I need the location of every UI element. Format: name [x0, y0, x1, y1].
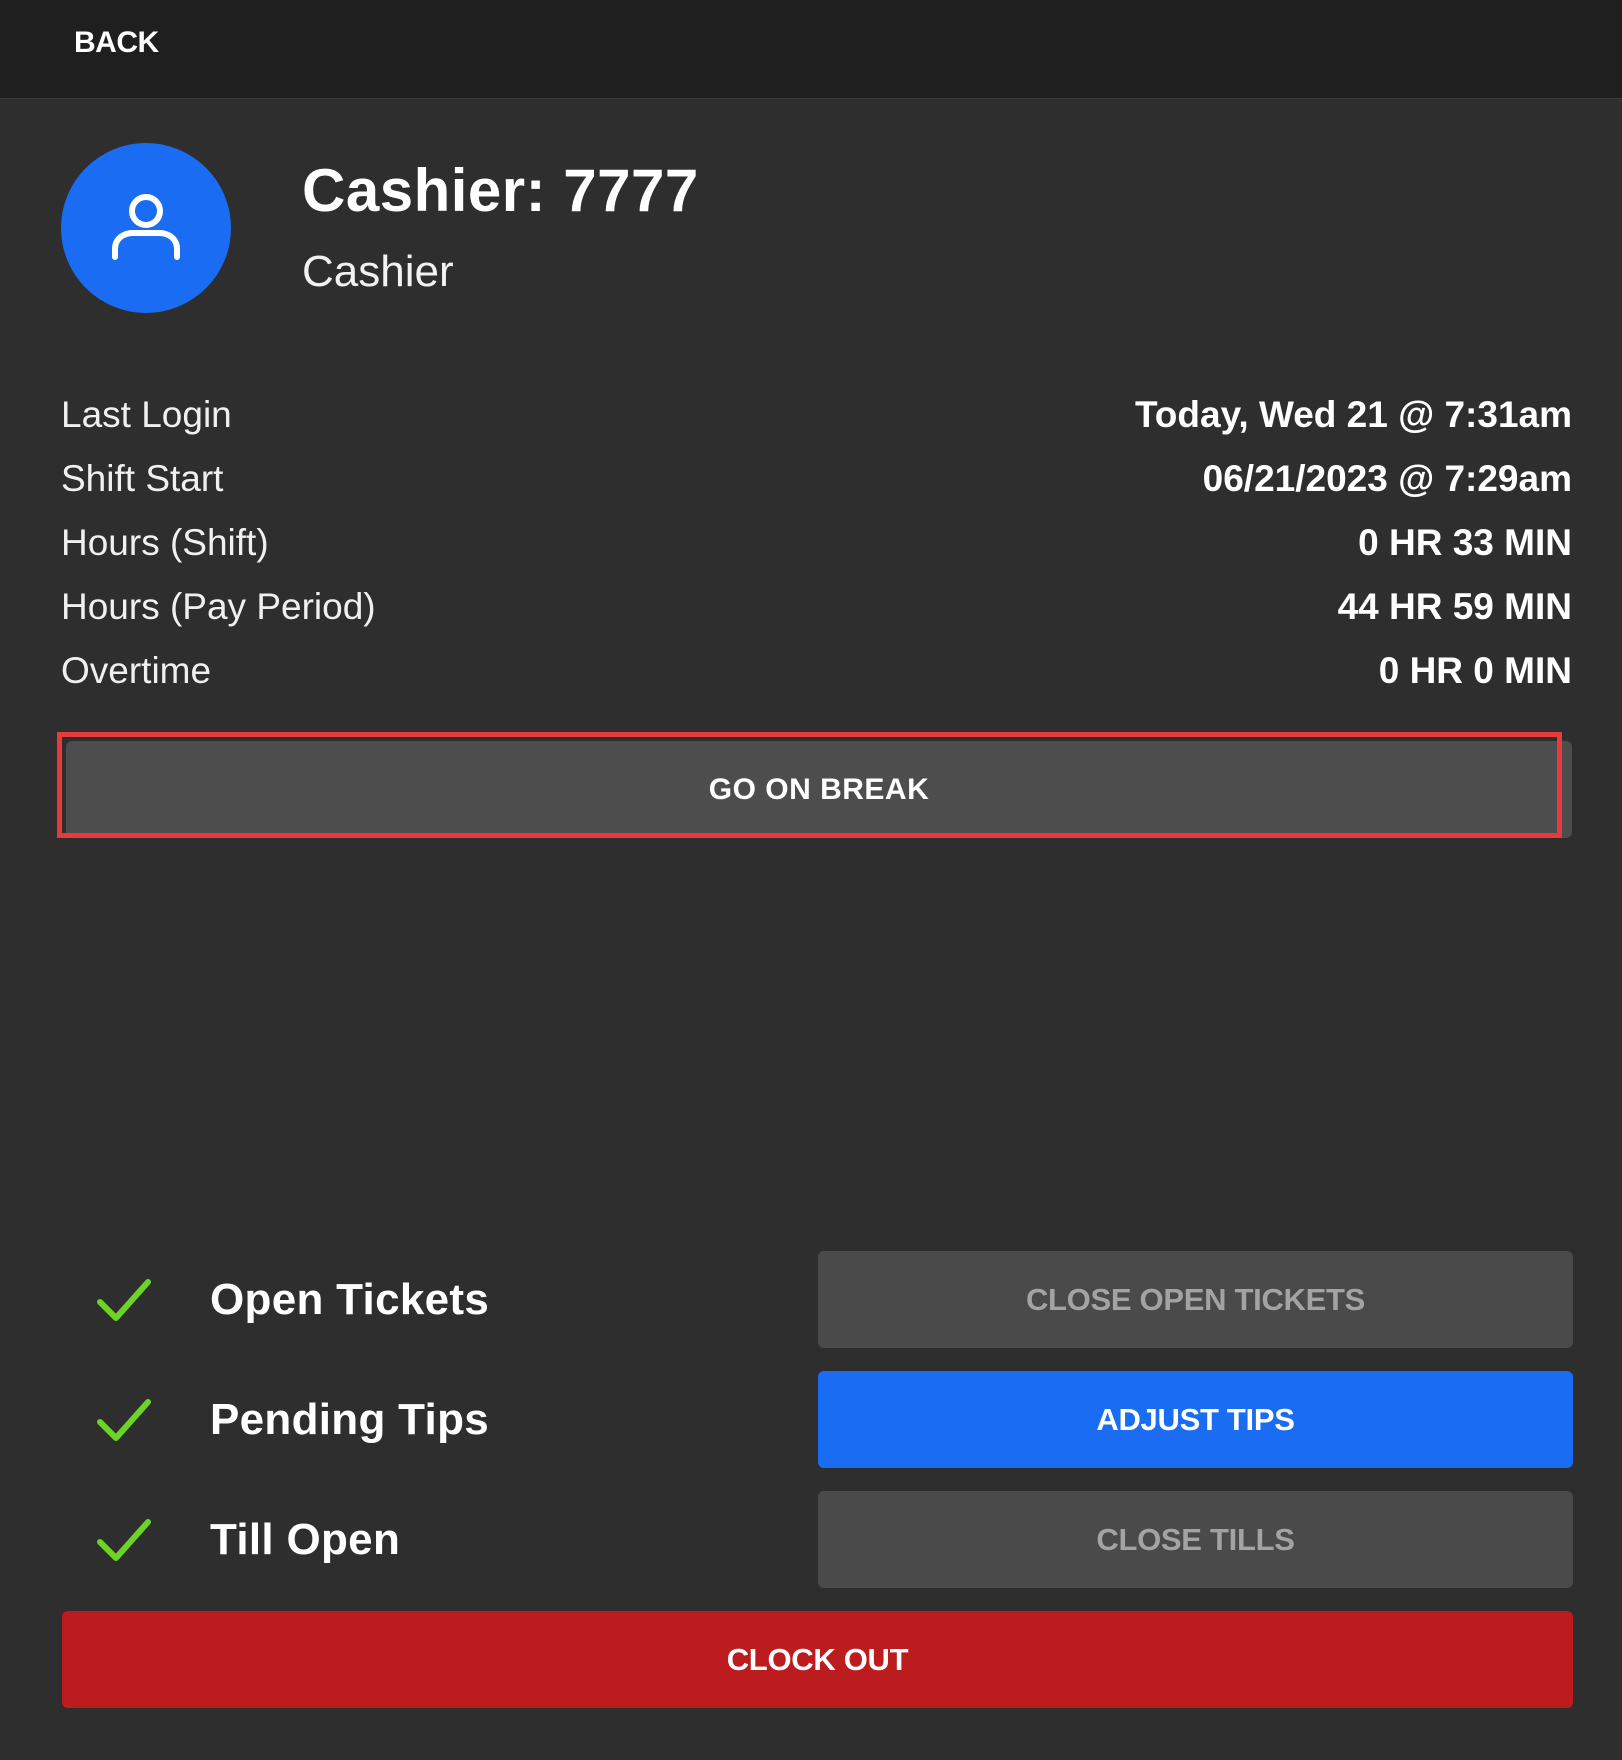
info-label: Shift Start: [61, 458, 224, 499]
highlight-box: [57, 732, 1562, 838]
checklist-item-till-open: Till Open: [96, 1500, 400, 1580]
checklist-label: Open Tickets: [210, 1275, 490, 1324]
back-button[interactable]: BACK: [74, 26, 159, 60]
checklist-label: Pending Tips: [210, 1395, 490, 1444]
info-row-hours-pay-period: Hours (Pay Period) 44 HR 59 MIN: [61, 586, 1572, 636]
close-tills-button[interactable]: CLOSE TILLS: [818, 1491, 1573, 1588]
info-label: Last Login: [61, 394, 232, 435]
check-icon: [97, 1279, 151, 1321]
role-label: Cashier: [302, 247, 454, 296]
checklist-item-pending-tips: Pending Tips: [96, 1380, 489, 1460]
info-value: 06/21/2023 @ 7:29am: [1202, 458, 1572, 499]
close-open-tickets-button[interactable]: CLOSE OPEN TICKETS: [818, 1251, 1573, 1348]
info-value: 44 HR 59 MIN: [1337, 586, 1572, 627]
info-row-hours-shift: Hours (Shift) 0 HR 33 MIN: [61, 522, 1572, 572]
info-value: 0 HR 33 MIN: [1358, 522, 1572, 563]
info-row-shift-start: Shift Start 06/21/2023 @ 7:29am: [61, 458, 1572, 508]
check-icon: [97, 1399, 151, 1441]
avatar: [61, 143, 231, 313]
info-value: Today, Wed 21 @ 7:31am: [1134, 394, 1572, 435]
info-value: 0 HR 0 MIN: [1378, 650, 1572, 691]
info-label: Overtime: [61, 650, 212, 691]
checklist-label: Till Open: [210, 1515, 401, 1564]
adjust-tips-button[interactable]: ADJUST TIPS: [818, 1371, 1573, 1468]
info-row-last-login: Last Login Today, Wed 21 @ 7:31am: [61, 394, 1572, 444]
info-label: Hours (Pay Period): [61, 586, 376, 627]
clock-out-screen: BACK Cashier: 7777 Cashier Last Login To…: [0, 0, 1622, 1760]
page-title: Cashier: 7777: [302, 157, 699, 224]
check-icon: [97, 1519, 151, 1561]
top-bar: BACK: [0, 0, 1622, 99]
user-icon: [112, 194, 180, 260]
info-label: Hours (Shift): [61, 522, 269, 563]
info-row-overtime: Overtime 0 HR 0 MIN: [61, 650, 1572, 700]
checklist-item-open-tickets: Open Tickets: [96, 1260, 489, 1340]
clock-out-button[interactable]: CLOCK OUT: [62, 1611, 1573, 1708]
